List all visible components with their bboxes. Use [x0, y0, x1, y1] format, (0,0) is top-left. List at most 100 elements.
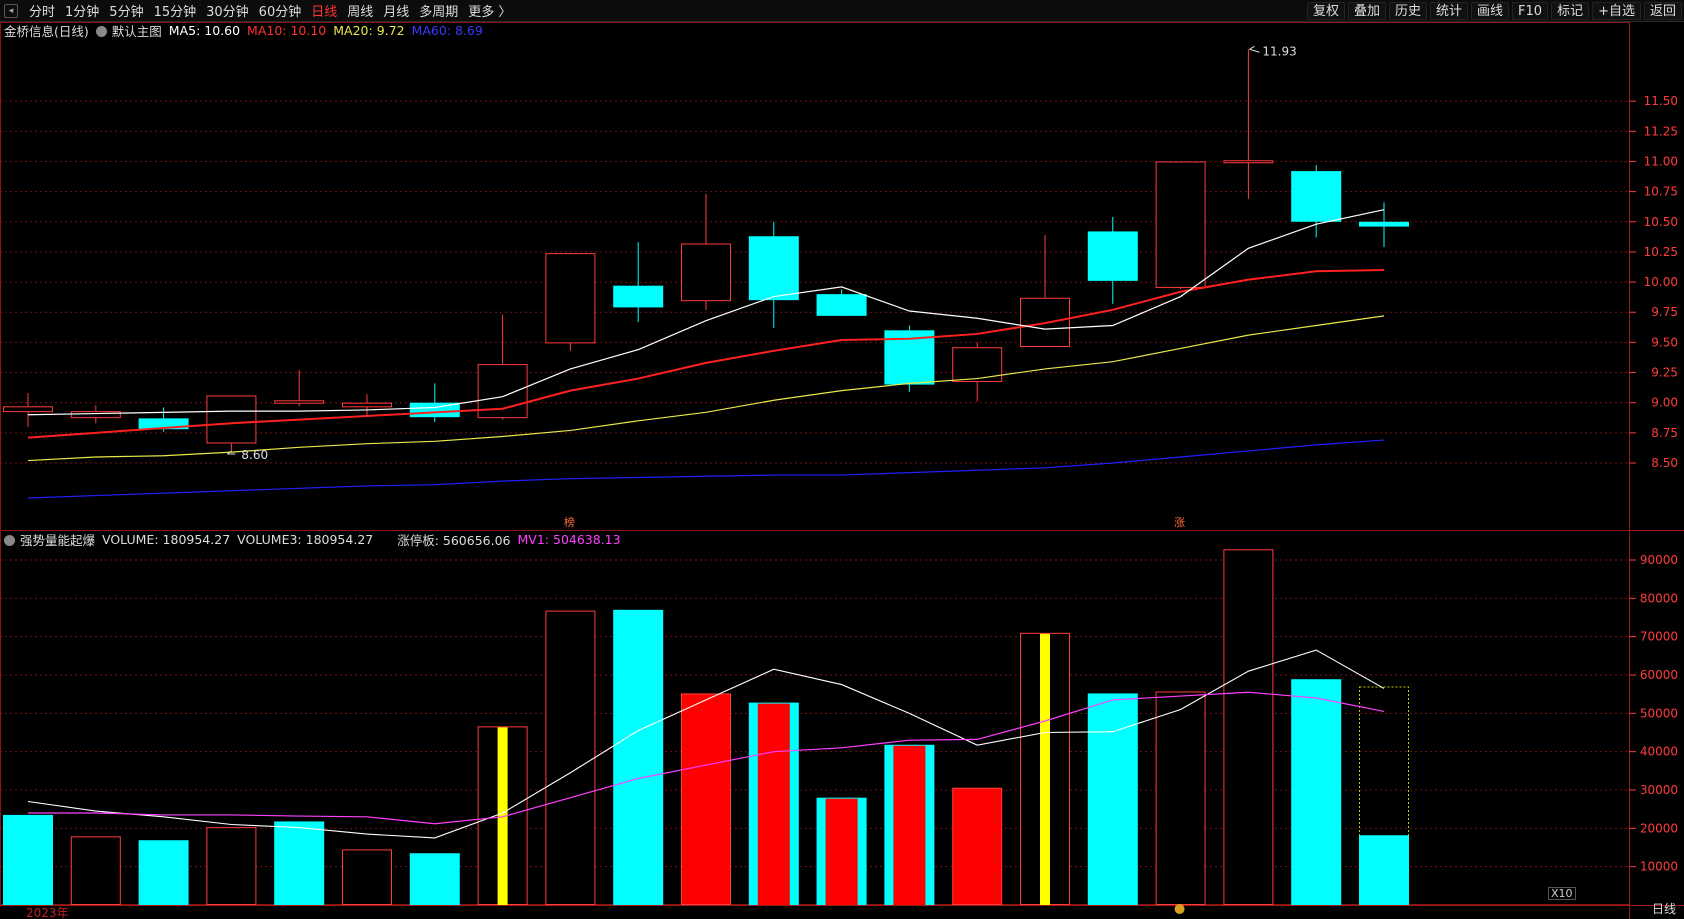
- toolbar-button-3[interactable]: 统计: [1430, 2, 1469, 20]
- ma60-line: [27, 439, 1385, 499]
- volume-bar: [477, 726, 528, 905]
- event-marker-icon: [1174, 904, 1185, 914]
- main-chart-legend: 金桥信息(日线) 默认主图 MA5: 10.60 MA10: 10.10 MA2…: [4, 21, 490, 39]
- indicator-toggle-icon[interactable]: [95, 25, 107, 37]
- volume-bar-highlight: [1040, 633, 1050, 905]
- volume-bar: [1087, 693, 1138, 905]
- period-tab-2[interactable]: 5分钟: [104, 1, 148, 20]
- volume-bar: [70, 836, 121, 906]
- toolbar-button-5[interactable]: F10: [1512, 2, 1549, 20]
- price-tick-label: 8.75: [1651, 426, 1678, 440]
- period-tab-3[interactable]: 15分钟: [149, 1, 202, 20]
- volume-bar: [613, 609, 664, 905]
- ma20-line: [27, 315, 1385, 462]
- price-tick-label: 9.00: [1651, 396, 1678, 410]
- volume-tick-label: 10000: [1640, 860, 1678, 874]
- price-tick-label: 9.50: [1651, 335, 1678, 349]
- volume-tick-label: 60000: [1640, 668, 1678, 682]
- volume-bar: [138, 840, 189, 905]
- volume-tick-label: 80000: [1640, 591, 1678, 605]
- volume-bar: [1359, 835, 1409, 905]
- volume-bar: [1020, 632, 1070, 905]
- volume-tick-label: 90000: [1640, 553, 1678, 567]
- price-tick-label: 11.50: [1644, 94, 1678, 108]
- stock-title: 金桥信息(日线): [4, 23, 89, 39]
- mv1-legend: MV1: 504638.13: [517, 531, 621, 547]
- toolbar-button-8[interactable]: 返回: [1643, 2, 1682, 20]
- toolbar-button-6[interactable]: 标记: [1551, 2, 1590, 20]
- low-marker-arrow: [227, 450, 236, 455]
- price-tick-label: 11.25: [1644, 124, 1678, 138]
- period-tabs: ◂ 分时 1分钟 5分钟 15分钟 30分钟 60分钟 日线 周线 月线 多周期 更多 〉: [0, 0, 516, 22]
- volume-bar: [681, 693, 731, 906]
- volume-bar: [1223, 549, 1274, 905]
- volume-ma-line: [27, 649, 1385, 839]
- volume-bar: [748, 702, 799, 905]
- volume-tick-label: 20000: [1640, 821, 1678, 835]
- volume-bar: [816, 797, 867, 905]
- candle-body: [206, 395, 257, 444]
- price-tick-label: 9.25: [1651, 366, 1678, 380]
- ma20-legend: MA20: 9.72: [333, 22, 405, 38]
- volume-bar: [952, 787, 1003, 906]
- period-tab-8[interactable]: 月线: [378, 1, 414, 20]
- vol-indicator-toggle-icon[interactable]: [4, 534, 15, 546]
- marker-a: 榜: [564, 515, 575, 529]
- main-chart-frame: [0, 22, 1630, 531]
- x-axis-year-label: 2023年: [26, 906, 69, 919]
- vol-indicator-name[interactable]: 强势量能起爆: [4, 530, 95, 549]
- candle-body: [274, 400, 325, 404]
- price-tick-label: 10.50: [1644, 215, 1678, 229]
- price-tick-label: 11.00: [1644, 154, 1678, 168]
- period-tab-9[interactable]: 多周期: [414, 1, 463, 20]
- volume-legend: VOLUME: 180954.27: [102, 531, 231, 547]
- volume-bar-highlight: [497, 727, 508, 905]
- candle-body: [1087, 231, 1138, 281]
- toolbar-button-4[interactable]: 画线: [1471, 2, 1510, 20]
- price-tick-label: 10.75: [1644, 185, 1678, 199]
- top-toolbar: ◂ 分时 1分钟 5分钟 15分钟 30分钟 60分钟 日线 周线 月线 多周期 更多 〉 复权 叠加…: [0, 0, 1684, 22]
- toolbar-button-1[interactable]: 叠加: [1347, 2, 1386, 20]
- period-tab-6[interactable]: 日线: [306, 1, 342, 20]
- candle-body: [138, 418, 189, 430]
- candle-body: [1155, 161, 1206, 288]
- volume-bar: [409, 853, 460, 905]
- period-tab-4[interactable]: 30分钟: [201, 1, 254, 20]
- nav-back-icon[interactable]: ◂: [4, 3, 18, 18]
- candle-body: [3, 406, 53, 413]
- volume-bar: [545, 610, 596, 905]
- candle-body: [681, 243, 731, 302]
- ma60-legend: MA60: 8.69: [411, 22, 483, 38]
- volume-bar: [342, 849, 392, 906]
- candle-body: [1359, 221, 1409, 227]
- volume-tick-label: 40000: [1640, 745, 1678, 759]
- high-label: 11.93: [1262, 44, 1296, 58]
- volume-chart-legend: 强势量能起爆 VOLUME: 180954.27 VOLUME3: 180954…: [4, 530, 628, 548]
- candle-body: [409, 402, 460, 418]
- volume-bar: [1291, 679, 1342, 905]
- toolbar-buttons: 复权 叠加 历史 统计 画线 F10 标记 +自选 返回: [1304, 0, 1682, 22]
- ma5-legend: MA5: 10.60: [168, 22, 241, 38]
- limit-legend: 涨停板: 560656.06: [397, 532, 511, 548]
- price-tick-label: 10.00: [1644, 275, 1678, 289]
- volume-chart-frame: [0, 530, 1630, 905]
- period-tab-10[interactable]: 更多 〉: [463, 1, 516, 20]
- forecast-volume-outline: [1359, 686, 1409, 905]
- kline-chart: 8.50 8.75 9.00 9.25 9.50 9.75 10.00 10.25 10.50 1…: [0, 22, 1684, 919]
- high-marker-arrow: [1249, 45, 1260, 53]
- toolbar-button-0[interactable]: 复权: [1306, 2, 1345, 20]
- volume-bar-inner: [893, 745, 926, 905]
- volume-tick-label: 30000: [1640, 783, 1678, 797]
- indicator-name[interactable]: 默认主图: [95, 21, 162, 40]
- toolbar-button-7[interactable]: +自选: [1592, 2, 1641, 20]
- toolbar-button-2[interactable]: 历史: [1388, 2, 1427, 20]
- period-tab-1[interactable]: 1分钟: [60, 1, 104, 20]
- period-tab-0[interactable]: 分时: [24, 1, 60, 20]
- candle-body: [884, 330, 935, 385]
- x10-badge[interactable]: X10: [1548, 887, 1576, 900]
- ma5-line: [27, 209, 1385, 416]
- period-tab-7[interactable]: 周线: [342, 1, 378, 20]
- candle-body: [545, 253, 596, 344]
- period-tab-5[interactable]: 60分钟: [254, 1, 307, 20]
- ma10-legend: MA10: 10.10: [247, 22, 327, 38]
